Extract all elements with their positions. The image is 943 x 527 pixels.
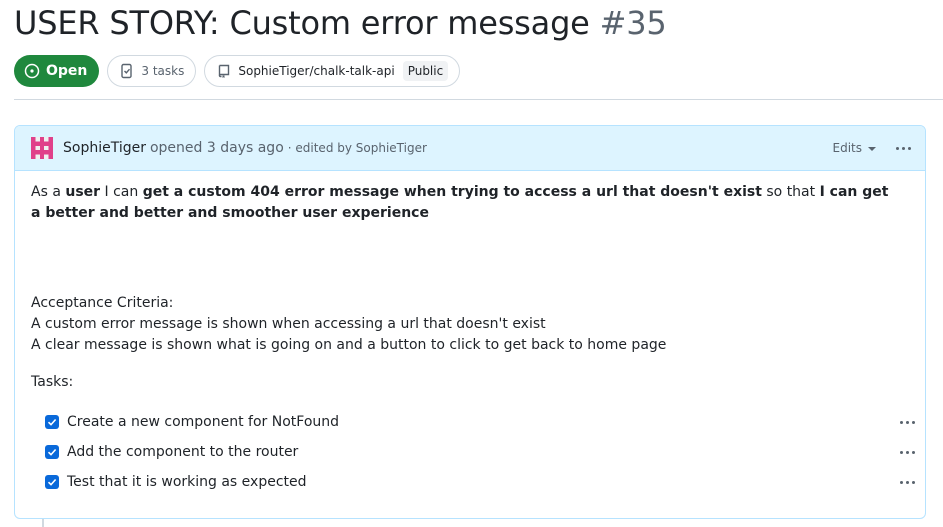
- avatar[interactable]: [31, 137, 53, 159]
- visibility-label: Public: [402, 61, 449, 81]
- comment-header: SophieTiger opened 3 days ago · edited b…: [15, 126, 925, 171]
- comment-opened-time[interactable]: opened 3 days ago: [150, 140, 284, 156]
- story-text: As a: [31, 184, 66, 200]
- tasks-heading: Tasks:: [31, 374, 74, 390]
- repo-icon: [219, 64, 230, 78]
- triangle-down-icon: [868, 147, 876, 151]
- issue-state-label: Open: [46, 63, 88, 79]
- story-text: so that: [761, 184, 820, 200]
- task-item: Create a new component for NotFound: [45, 410, 915, 434]
- repository-pill[interactable]: SophieTiger/chalk-talk-api Public: [204, 55, 461, 87]
- comment-header-actions: Edits: [833, 141, 926, 156]
- task-options-button[interactable]: [894, 415, 921, 430]
- repository-name: SophieTiger/chalk-talk-api: [238, 64, 395, 78]
- issue-state-badge: Open: [14, 55, 100, 87]
- issue-comment: SophieTiger opened 3 days ago · edited b…: [14, 125, 926, 519]
- issue-title-text: USER STORY: Custom error message: [14, 4, 590, 42]
- task-checkbox[interactable]: [45, 475, 59, 489]
- check-icon: [47, 478, 57, 486]
- check-icon: [47, 418, 57, 426]
- edits-dropdown[interactable]: Edits: [832, 141, 876, 155]
- issue-number: #35: [599, 4, 667, 42]
- tasklist-icon: [121, 63, 133, 79]
- tasks-count-label: 3 tasks: [141, 64, 185, 78]
- task-label: Test that it is working as expected: [67, 473, 307, 490]
- issue-title: USER STORY: Custom error message #35: [14, 2, 667, 44]
- task-label: Add the component to the router: [67, 443, 299, 460]
- kebab-horizontal-icon: [900, 450, 903, 454]
- tasks-button[interactable]: 3 tasks: [107, 55, 197, 87]
- task-checkbox[interactable]: [45, 445, 59, 459]
- criteria-item: A custom error message is shown when acc…: [31, 316, 546, 332]
- comment-options-button[interactable]: [890, 141, 917, 156]
- user-story-paragraph: As a user I can get a custom 404 error m…: [31, 182, 901, 224]
- story-text: I can: [100, 184, 143, 200]
- kebab-horizontal-icon: [900, 480, 903, 484]
- acceptance-criteria: Acceptance Criteria: A custom error mess…: [31, 293, 666, 356]
- task-options-button[interactable]: [894, 475, 921, 490]
- story-role: user: [65, 184, 101, 200]
- story-goal: get a custom 404 error message when tryi…: [142, 184, 762, 200]
- task-label: Create a new component for NotFound: [67, 413, 340, 430]
- header-divider: [14, 99, 943, 100]
- check-icon: [47, 448, 57, 456]
- task-item: Test that it is working as expected: [45, 470, 915, 494]
- issue-opened-icon: [24, 63, 40, 79]
- comment-author[interactable]: SophieTiger: [63, 140, 146, 156]
- edits-label: Edits: [832, 141, 863, 155]
- task-options-button[interactable]: [894, 445, 921, 460]
- kebab-horizontal-icon: [900, 420, 903, 424]
- criteria-item: A clear message is shown what is going o…: [31, 337, 667, 353]
- task-checkbox[interactable]: [45, 415, 59, 429]
- issue-meta-row: Open 3 tasks SophieTiger/chalk-talk-api …: [14, 55, 461, 87]
- task-item: Add the component to the router: [45, 440, 915, 464]
- comment-edited-by: · edited by SophieTiger: [287, 141, 427, 155]
- criteria-title: Acceptance Criteria:: [31, 295, 174, 311]
- kebab-horizontal-icon: [896, 146, 899, 150]
